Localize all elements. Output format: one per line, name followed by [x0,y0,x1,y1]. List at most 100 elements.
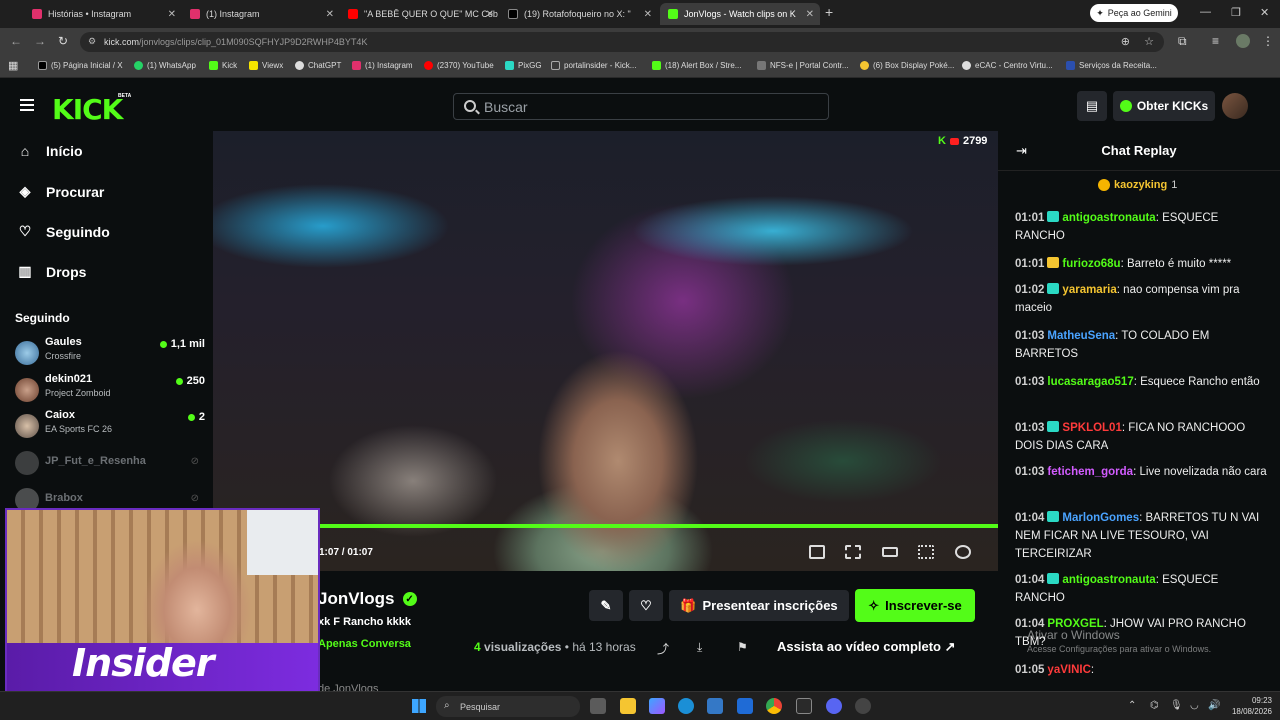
profile-avatar[interactable] [1236,34,1250,48]
sidebar-item-drops[interactable]: ▥ Drops [18,263,86,280]
message-username[interactable]: yaramaria [1062,284,1116,296]
subscribe-button[interactable]: ✧ Inscrever-se [855,589,975,622]
menu-icon[interactable]: ⋮ [1262,34,1274,48]
close-tab-icon[interactable]: ✕ [806,9,814,20]
kick-logo[interactable]: KICK [52,93,123,126]
close-tab-icon[interactable]: ✕ [326,9,334,20]
site-info-icon[interactable]: ⚙ [88,36,96,47]
user-avatar[interactable] [1222,93,1248,119]
gemini-button[interactable]: ✦ Peça ao Gemini [1090,4,1178,22]
back-icon[interactable]: ← [10,34,22,48]
bookmark-item[interactable]: (6) Box Display Poké... [860,61,954,70]
bookmark-item[interactable]: portalinsider - Kick... [551,61,636,70]
bookmark-item[interactable]: NFS-e | Portal Contr... [757,61,849,70]
sidebar-item-inicio[interactable]: ⌂ Início [18,143,83,159]
captions-icon[interactable] [882,547,898,557]
followed-channel[interactable]: dekin021 Project Zomboid 250 [15,373,205,407]
new-tab-icon[interactable]: + [825,4,833,20]
browser-tab[interactable]: Histórias • Instagram ✕ [24,3,182,25]
watch-full-video-link[interactable]: Assista ao vídeo completo ↗ [777,639,956,655]
sidebar-item-procurar[interactable]: ◈ Procurar [18,183,105,200]
edge-icon[interactable] [678,698,694,714]
taskbar-clock[interactable]: 09:23 18/08/2026 [1222,695,1272,717]
star-icon[interactable]: ☆ [1144,35,1154,48]
maximize-icon[interactable]: ❐ [1231,6,1241,19]
followed-channel[interactable]: Gaules Crossfire 1,1 mil [15,336,205,370]
zoom-icon[interactable]: ⊕ [1121,35,1130,48]
wifi-icon[interactable]: ◡ [1190,700,1199,711]
message-username[interactable]: yaVINIC [1047,664,1090,676]
tray-chevron-icon[interactable]: ⌃ [1128,700,1136,711]
bookmark-item[interactable]: (2370) YouTube [424,61,494,70]
message-username[interactable]: MarlonGomes [1062,512,1139,524]
bookmark-item[interactable]: (1) WhatsApp [134,61,196,70]
theater-icon[interactable] [845,545,861,559]
sidebar-item-seguindo[interactable]: ♡ Seguindo [18,223,110,240]
get-kicks-button[interactable]: Obter KICKs [1113,91,1215,121]
browser-tab[interactable]: (19) Rotafofoqueiro no X: " ✕ [500,3,658,25]
close-window-icon[interactable]: ✕ [1260,6,1269,19]
forward-icon[interactable]: → [34,34,46,48]
apps-icon[interactable]: ▦ [8,59,18,72]
video-player[interactable]: K 2799 1:07 / 01:07 [213,131,998,571]
layout-button[interactable]: ▤ [1077,91,1107,121]
reload-icon[interactable]: ↻ [58,34,68,48]
download-icon[interactable]: ⤓ [697,640,702,655]
network-icon[interactable]: ⌬ [1150,700,1159,711]
message-username[interactable]: antigoastronauta [1062,212,1155,224]
chrome-icon[interactable] [766,698,782,714]
miniplayer-icon[interactable] [809,545,825,559]
close-tab-icon[interactable]: ✕ [168,9,176,20]
store-icon[interactable] [707,698,723,714]
progress-bar[interactable] [213,524,998,528]
close-tab-icon[interactable]: ✕ [486,9,494,20]
mic-icon[interactable]: 🎙 [1170,700,1183,711]
fullscreen-icon[interactable] [918,545,934,559]
settings-icon[interactable] [955,545,971,559]
bookmark-item[interactable]: (1) Instagram [352,61,413,70]
browser-tab[interactable]: (1) Instagram ✕ [182,3,340,25]
discord-icon[interactable] [826,698,842,714]
clip-category[interactable]: Apenas Conversa [318,638,411,650]
message-username[interactable]: SPKLOL01 [1062,422,1121,434]
report-icon[interactable]: ⚑ [737,640,748,654]
bookmark-item[interactable]: (18) Alert Box / Stre... [652,61,741,70]
copilot-icon[interactable] [649,698,665,714]
search-input[interactable]: Buscar [453,93,829,120]
message-username[interactable]: lucasaragao517 [1047,376,1133,388]
taskbar-search-input[interactable]: ⌕ Pesquisar [436,696,580,717]
browser-tab-active[interactable]: JonVlogs - Watch clips on K ✕ [660,3,820,25]
message-username[interactable]: antigoastronauta [1062,574,1155,586]
mail-icon[interactable] [737,698,753,714]
task-view-icon[interactable] [590,698,606,714]
pinned-user[interactable]: kaozyking [1114,179,1167,191]
followed-channel[interactable]: Caiox EA Sports FC 26 2 [15,409,205,443]
clip-button[interactable]: ✎ [589,590,623,621]
message-username[interactable]: fetichem_gorda [1047,466,1133,478]
url-field[interactable]: ⚙ kick.com/jonvlogs/clips/clip_01M090SQF… [80,32,1164,52]
gift-subs-button[interactable]: 🎁 Presentear inscrições [669,590,849,621]
hamburger-menu-icon[interactable] [20,99,34,111]
channel-name-row[interactable]: JonVlogs ✓ [318,589,417,609]
minimize-icon[interactable]: — [1200,6,1211,18]
bookmark-item[interactable]: eCAC - Centro Virtu... [962,61,1053,70]
media-icon[interactable]: ≡ [1212,34,1219,48]
bookmark-item[interactable]: (5) Página Inicial / X [38,61,123,70]
bookmark-item[interactable]: Serviços da Receita... [1066,61,1157,70]
close-tab-icon[interactable]: ✕ [644,9,652,20]
windows-start-icon[interactable] [412,699,426,713]
followed-channel-offline[interactable]: JP_Fut_e_Resenha ⊘ [15,446,205,480]
extensions-icon[interactable]: ⧉ [1178,34,1187,49]
file-explorer-icon[interactable] [620,698,636,714]
volume-icon[interactable]: 🔊 [1208,700,1220,711]
browser-tab[interactable]: "A BEBÊ QUER O QUE" MC Ceb ✕ [340,3,500,25]
message-username[interactable]: furiozo68u [1062,258,1120,270]
follow-button[interactable]: ♡ [629,590,663,621]
bookmark-item[interactable]: Kick [209,61,237,70]
share-icon[interactable]: ⤴ [657,640,669,657]
message-username[interactable]: MatheuSena [1047,330,1115,342]
bookmark-item[interactable]: PixGG [505,61,542,70]
obs-icon[interactable] [855,698,871,714]
bookmark-item[interactable]: Viewx [249,61,283,70]
bookmark-item[interactable]: ChatGPT [295,61,341,70]
